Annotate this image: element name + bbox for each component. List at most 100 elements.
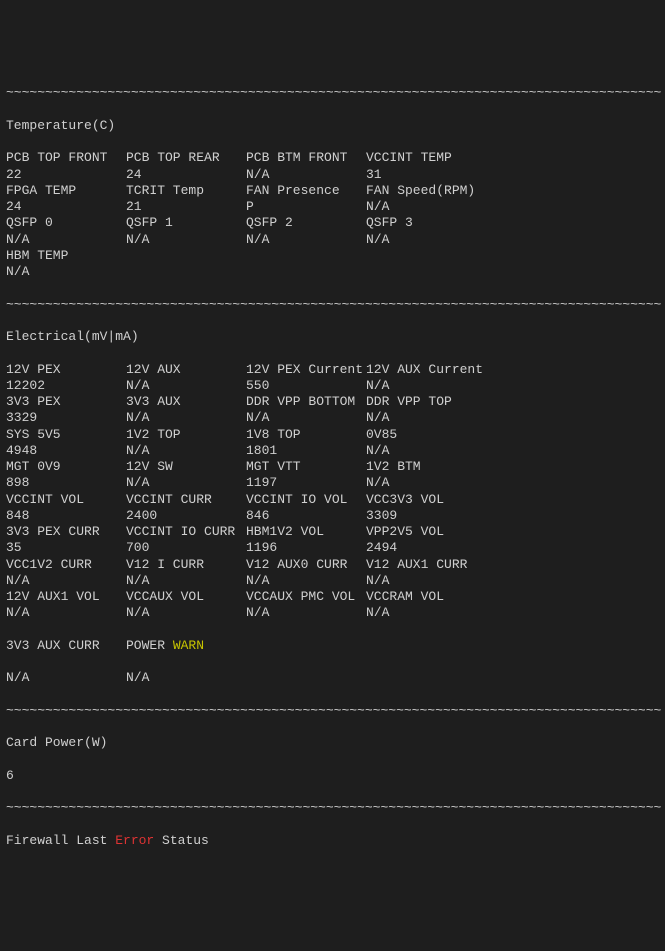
temperature-rows: PCB TOP FRONTPCB TOP REARPCB BTM FRONTVC… bbox=[6, 150, 659, 280]
data-row: 2224N/A31 bbox=[6, 167, 659, 183]
cell: 12V SW bbox=[126, 459, 246, 475]
data-row: 898N/A1197N/A bbox=[6, 475, 659, 491]
cell: 2494 bbox=[366, 540, 486, 556]
cell: 700 bbox=[126, 540, 246, 556]
electrical-last-row-values: N/AN/A bbox=[6, 670, 659, 686]
cell: 0V85 bbox=[366, 427, 486, 443]
warn-text: WARN bbox=[173, 638, 204, 653]
label: 3V3 AUX CURR bbox=[6, 638, 126, 654]
data-row: FPGA TEMPTCRIT TempFAN PresenceFAN Speed… bbox=[6, 183, 659, 199]
cell: 2400 bbox=[126, 508, 246, 524]
cell: N/A bbox=[126, 378, 246, 394]
section-title-cardpower: Card Power(W) bbox=[6, 735, 659, 751]
cell: QSFP 1 bbox=[126, 215, 246, 231]
electrical-last-row-labels: 3V3 AUX CURRPOWER WARN bbox=[6, 638, 659, 654]
cell: 846 bbox=[246, 508, 366, 524]
cell: N/A bbox=[366, 410, 486, 426]
cell: TCRIT Temp bbox=[126, 183, 246, 199]
cell: N/A bbox=[366, 199, 486, 215]
cell: QSFP 0 bbox=[6, 215, 126, 231]
cell: 35 bbox=[6, 540, 126, 556]
cell: N/A bbox=[126, 443, 246, 459]
data-row: 12V PEX12V AUX12V PEX Current12V AUX Cur… bbox=[6, 362, 659, 378]
cell: VCCINT IO CURR bbox=[126, 524, 246, 540]
cell: N/A bbox=[366, 605, 486, 621]
cell: 848 bbox=[6, 508, 126, 524]
cell: N/A bbox=[6, 605, 126, 621]
cell: VCCAUX VOL bbox=[126, 589, 246, 605]
cell: 1801 bbox=[246, 443, 366, 459]
electrical-rows: 12V PEX12V AUX12V PEX Current12V AUX Cur… bbox=[6, 362, 659, 622]
data-row: 4948N/A1801N/A bbox=[6, 443, 659, 459]
cell: 1V8 TOP bbox=[246, 427, 366, 443]
cell: N/A bbox=[126, 232, 246, 248]
cell: V12 AUX1 CURR bbox=[366, 557, 486, 573]
cell: 898 bbox=[6, 475, 126, 491]
cell: 3329 bbox=[6, 410, 126, 426]
cell: N/A bbox=[246, 605, 366, 621]
separator-line: ~~~~~~~~~~~~~~~~~~~~~~~~~~~~~~~~~~~~~~~~… bbox=[6, 297, 659, 313]
data-row: QSFP 0QSFP 1QSFP 2QSFP 3 bbox=[6, 215, 659, 231]
cell: VCC1V2 CURR bbox=[6, 557, 126, 573]
cell: SYS 5V5 bbox=[6, 427, 126, 443]
value: N/A bbox=[6, 670, 126, 686]
cell: VCCINT TEMP bbox=[366, 150, 486, 166]
cell: 3V3 PEX bbox=[6, 394, 126, 410]
data-row: N/AN/AN/AN/A bbox=[6, 232, 659, 248]
cell: 21 bbox=[126, 199, 246, 215]
cell: DDR VPP TOP bbox=[366, 394, 486, 410]
cell: MGT 0V9 bbox=[6, 459, 126, 475]
cell: N/A bbox=[366, 475, 486, 491]
cell: FAN Speed(RPM) bbox=[366, 183, 486, 199]
section-title-electrical: Electrical(mV|mA) bbox=[6, 329, 659, 345]
cell: 4948 bbox=[6, 443, 126, 459]
cell: N/A bbox=[246, 410, 366, 426]
cell: P bbox=[246, 199, 366, 215]
data-row: 3V3 PEX CURRVCCINT IO CURRHBM1V2 VOLVPP2… bbox=[6, 524, 659, 540]
cell: PCB BTM FRONT bbox=[246, 150, 366, 166]
cell: 550 bbox=[246, 378, 366, 394]
cell: N/A bbox=[366, 232, 486, 248]
cell: 22 bbox=[6, 167, 126, 183]
section-title-temperature: Temperature(C) bbox=[6, 118, 659, 134]
cell: 1V2 BTM bbox=[366, 459, 486, 475]
cell: N/A bbox=[126, 573, 246, 589]
cell: VCCINT VOL bbox=[6, 492, 126, 508]
data-row: MGT 0V912V SWMGT VTT1V2 BTM bbox=[6, 459, 659, 475]
data-row: HBM TEMP bbox=[6, 248, 659, 264]
cell: 31 bbox=[366, 167, 486, 183]
cell: VCCRAM VOL bbox=[366, 589, 486, 605]
cell: VCCINT CURR bbox=[126, 492, 246, 508]
cell: QSFP 2 bbox=[246, 215, 366, 231]
value: N/A bbox=[126, 670, 246, 686]
cell: 1196 bbox=[246, 540, 366, 556]
cell: V12 I CURR bbox=[126, 557, 246, 573]
cell: N/A bbox=[246, 167, 366, 183]
cell: PCB TOP FRONT bbox=[6, 150, 126, 166]
cell: V12 AUX0 CURR bbox=[246, 557, 366, 573]
cell: N/A bbox=[126, 410, 246, 426]
data-row: 3329N/AN/AN/A bbox=[6, 410, 659, 426]
cell: 24 bbox=[6, 199, 126, 215]
cell: HBM TEMP bbox=[6, 248, 126, 264]
cell: 12V PEX bbox=[6, 362, 126, 378]
cell: FPGA TEMP bbox=[6, 183, 126, 199]
cell: HBM1V2 VOL bbox=[246, 524, 366, 540]
cell: N/A bbox=[6, 573, 126, 589]
cell: VPP2V5 VOL bbox=[366, 524, 486, 540]
cell: 1V2 TOP bbox=[126, 427, 246, 443]
data-row: SYS 5V51V2 TOP1V8 TOP0V85 bbox=[6, 427, 659, 443]
data-row: VCC1V2 CURRV12 I CURRV12 AUX0 CURRV12 AU… bbox=[6, 557, 659, 573]
cell: 12V AUX Current bbox=[366, 362, 486, 378]
cell: PCB TOP REAR bbox=[126, 150, 246, 166]
cardpower-value: 6 bbox=[6, 768, 659, 784]
cell: VCCINT IO VOL bbox=[246, 492, 366, 508]
data-row: 2421PN/A bbox=[6, 199, 659, 215]
data-row: 3V3 PEX3V3 AUXDDR VPP BOTTOMDDR VPP TOP bbox=[6, 394, 659, 410]
cell: N/A bbox=[246, 232, 366, 248]
cell: 3V3 AUX bbox=[126, 394, 246, 410]
data-row: N/A bbox=[6, 264, 659, 280]
error-word: Error bbox=[115, 833, 154, 848]
cell: 1197 bbox=[246, 475, 366, 491]
cell: VCC3V3 VOL bbox=[366, 492, 486, 508]
